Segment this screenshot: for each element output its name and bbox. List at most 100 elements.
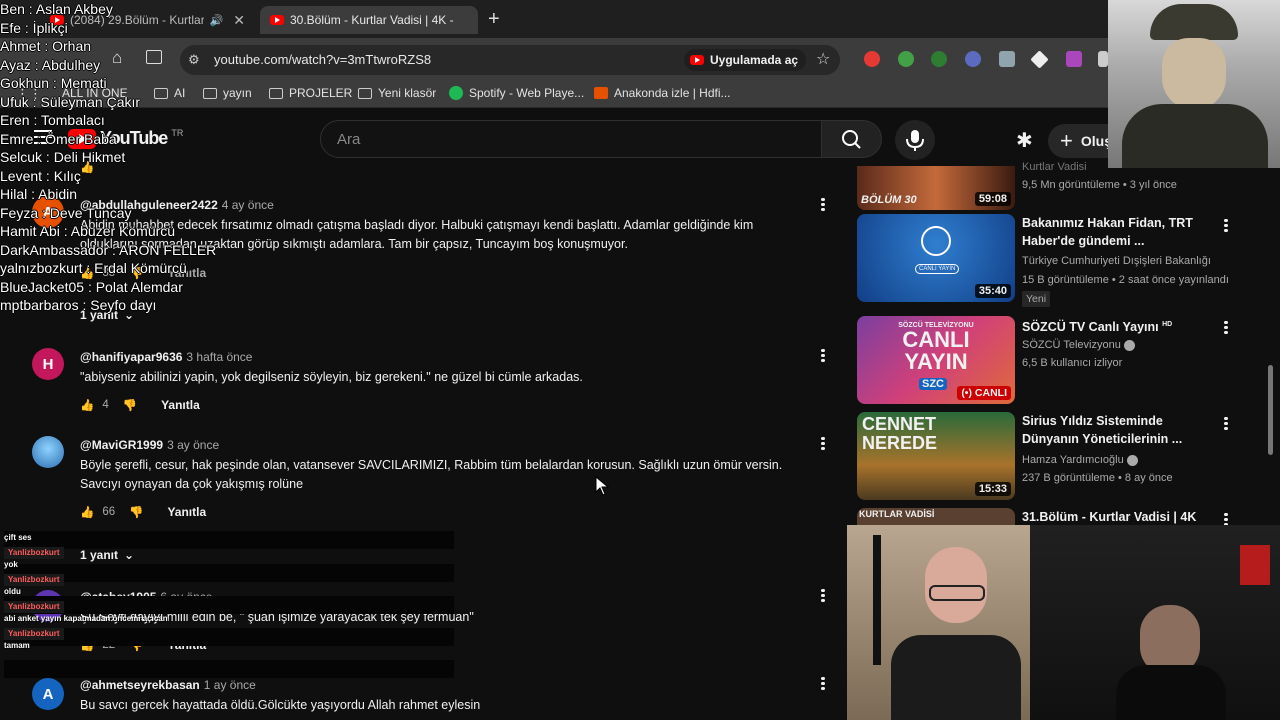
comment-text: Bu savcı gercek hayattada öldü.Gölcükte … — [80, 698, 481, 712]
author-name[interactable]: @ahmetseyrekbasan — [80, 678, 200, 692]
thumbnail-caption: CANLI YAYIN — [915, 264, 960, 274]
channel-name[interactable]: Kurtlar Vadisi — [1022, 158, 1087, 176]
open-in-app-button[interactable]: Uygulamada aç — [684, 49, 807, 71]
thumbnail-caption: CANLI — [902, 327, 970, 352]
video-duration: 15:33 — [974, 482, 1011, 496]
dislike-icon[interactable]: 👎 — [129, 505, 143, 519]
hd-badge: HD — [1162, 321, 1173, 328]
thumbnail-caption: BÖLÜM 30 — [861, 194, 917, 206]
video-meta: 237 B görüntüleme • 8 ay önce — [1022, 472, 1173, 484]
avatar[interactable]: H — [32, 348, 64, 380]
comment-time[interactable]: 3 hafta önce — [186, 350, 252, 364]
comment-menu-icon[interactable] — [815, 435, 831, 453]
comment-text: "abiyseniz abilinizi yapin, yok degilsen… — [80, 370, 583, 384]
video-menu-icon[interactable] — [1218, 319, 1234, 337]
video-meta: 15 B görüntüleme • 2 saat önce yayınland… — [1022, 274, 1229, 286]
youtube-app-icon — [690, 55, 704, 65]
video-menu-icon[interactable] — [1218, 415, 1234, 433]
overlay-name-line: BlueJacket05 : Polat Alemdar — [0, 278, 183, 295]
chat-message: Yanlizbozkurt tamam — [4, 628, 184, 652]
portrait-cap — [1150, 4, 1238, 40]
reply-button[interactable]: Yanıtla — [167, 505, 206, 519]
video-title[interactable]: SÖZCÜ TV Canlı Yayını HD — [1022, 316, 1217, 336]
extensions-puzzle-icon[interactable] — [1098, 51, 1108, 67]
comment-time[interactable]: 3 ay önce — [167, 438, 219, 452]
extension-green-icon[interactable] — [898, 51, 914, 67]
extension-red-icon[interactable] — [864, 51, 880, 67]
folder-icon — [358, 87, 372, 99]
thumbnail-caption: YAYIN — [904, 349, 968, 374]
bookmark-spotify[interactable]: Spotify - Web Playe... — [449, 86, 584, 100]
streamer-shirt — [1116, 665, 1226, 720]
video-menu-icon[interactable] — [1218, 217, 1234, 235]
chat-text: çift ses — [4, 533, 32, 542]
bookmark-anakonda[interactable]: Anakonda izle | Hdfi... — [594, 86, 731, 100]
video-thumbnail[interactable]: KURTLAR VADİSİ — [857, 508, 1015, 525]
tab-episode-30[interactable]: 30.Bölüm - Kurtlar Vadisi | 4K - — [260, 6, 478, 34]
video-title[interactable]: Bakanımız Hakan Fidan, TRT Haber'de günd… — [1022, 214, 1217, 250]
extension-purple-icon[interactable] — [1066, 51, 1082, 67]
video-title-text[interactable]: SÖZCÜ TV Canlı Yayını — [1022, 320, 1159, 334]
new-badge: Yeni — [1022, 291, 1051, 307]
chat-username: Yanlizbozkurt — [4, 547, 64, 559]
bookmark-yeni-klasor[interactable]: Yeni klasör — [358, 86, 436, 100]
youtube-favicon-icon — [270, 15, 284, 25]
microphone-icon — [906, 130, 924, 151]
video-title[interactable]: 31.Bölüm - Kurtlar Vadisi | 4K — [1022, 508, 1217, 526]
wall-flag — [1240, 545, 1270, 585]
overlay-name-line: Gokhun : Memati — [0, 75, 107, 91]
like-icon[interactable]: 👍 — [80, 505, 94, 519]
extension-puzzle-icon[interactable]: ✱ — [1016, 128, 1033, 153]
video-thumbnail[interactable]: CENNET NEREDE 15:33 — [857, 412, 1015, 500]
search-input[interactable]: Ara — [320, 120, 822, 158]
channel-name[interactable]: SÖZCÜ Televizyonu — [1022, 339, 1121, 351]
video-thumbnail[interactable]: CANLI YAYIN 35:40 — [857, 214, 1015, 302]
comment-author[interactable]: @ahmetseyrekbasan 1 ay önce — [80, 678, 256, 692]
mouse-cursor-icon — [595, 476, 609, 496]
plus-icon: + — [1060, 128, 1073, 153]
comment-actions: 👍 66 👎 Yanıtla — [80, 505, 206, 519]
avatar[interactable]: A — [32, 678, 64, 710]
bookmark-projeler[interactable]: PROJELER — [269, 86, 352, 100]
comment-author[interactable]: @MaviGR1999 3 ay önce — [80, 438, 219, 452]
search-button[interactable] — [822, 120, 882, 158]
channel-row[interactable]: SÖZCÜ Televizyonu — [1022, 336, 1135, 354]
omnibox[interactable]: ⚙ youtube.com/watch?v=3mTtwroRZS8 Uygula… — [180, 45, 840, 75]
comment-menu-icon[interactable] — [815, 196, 831, 214]
chat-backdrop — [4, 660, 454, 678]
comment-text-cont: Savcıyı oynayan da çok yakışmış rolüne — [80, 477, 304, 491]
bookmark-label: Yeni klasör — [378, 86, 437, 100]
channel-name[interactable]: Türkiye Cumhuriyeti Dışişleri Bakanlığı — [1022, 252, 1211, 270]
shield-extension-icon[interactable] — [999, 51, 1015, 67]
comment-menu-icon[interactable] — [815, 675, 831, 693]
open-in-app-label: Uygulamada aç — [710, 53, 799, 67]
comment-menu-icon[interactable] — [815, 347, 831, 365]
voice-search-button[interactable] — [895, 120, 935, 160]
comment-author[interactable]: @hanifiyapar9636 3 hafta önce — [80, 350, 252, 364]
video-duration: 59:08 — [974, 192, 1011, 206]
video-title[interactable]: Sirius Yıldız Sisteminde Dünyanın Yöneti… — [1022, 412, 1217, 448]
overlay-name-line: Levent : Kılıç — [0, 167, 81, 184]
chat-text: abi anket yayın kapatmadan öncemi açıcan — [4, 614, 168, 623]
sidebar-scrollbar[interactable] — [1268, 365, 1273, 455]
like-icon[interactable]: 👍 — [80, 398, 94, 412]
ministry-emblem-icon — [921, 226, 951, 256]
portrait-face — [1162, 38, 1226, 110]
comment-time[interactable]: 1 ay önce — [204, 678, 256, 692]
author-name[interactable]: @hanifiyapar9636 — [80, 350, 182, 364]
grammarly-icon[interactable] — [931, 51, 947, 67]
bookmark-star-icon[interactable]: ☆ — [816, 49, 830, 69]
video-meta: 9,5 Mn görüntüleme • 3 yıl önce — [1022, 179, 1177, 191]
comment-menu-icon[interactable] — [815, 587, 831, 605]
discord-extension-icon[interactable] — [965, 51, 981, 67]
reply-button[interactable]: Yanıtla — [161, 398, 200, 412]
live-badge: (•) CANLI — [957, 386, 1011, 400]
avatar[interactable] — [32, 436, 64, 468]
video-thumbnail[interactable]: SÖZCÜ TELEVİZYONU CANLI YAYIN SZC (•) CA… — [857, 316, 1015, 404]
dislike-icon[interactable]: 👎 — [123, 398, 137, 412]
video-thumbnail[interactable]: BÖLÜM 30 59:08 — [857, 166, 1015, 210]
author-name[interactable]: @MaviGR1999 — [80, 438, 163, 452]
new-tab-button[interactable]: + — [488, 8, 500, 31]
channel-name[interactable]: Hamza Yardımcıoğlu — [1022, 454, 1124, 466]
channel-row[interactable]: Hamza Yardımcıoğlu — [1022, 451, 1138, 469]
